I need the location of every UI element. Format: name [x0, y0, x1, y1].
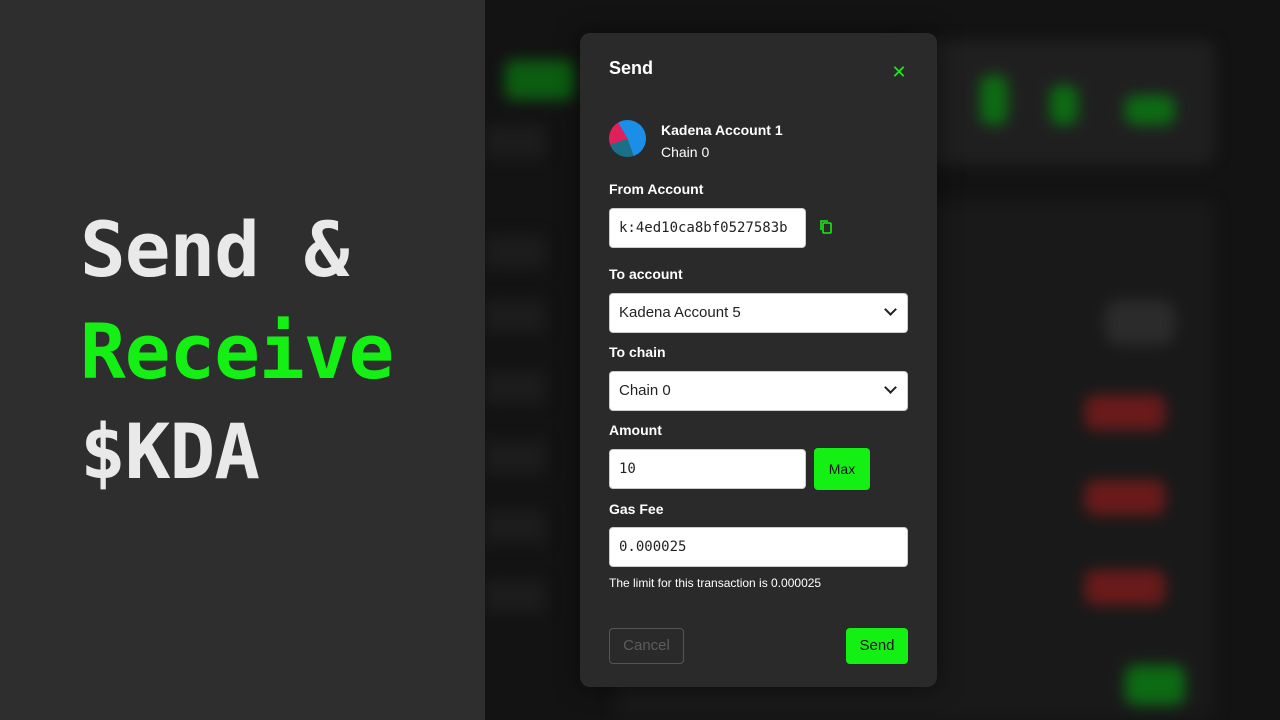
- to-account-select[interactable]: Kadena Account 5: [609, 293, 908, 333]
- chevron-down-icon: [884, 381, 897, 394]
- account-avatar: [609, 120, 646, 157]
- to-chain-selected: Chain 0: [619, 382, 671, 399]
- promo-line-send: Send &: [80, 205, 350, 294]
- copy-icon[interactable]: [819, 219, 833, 235]
- to-chain-select[interactable]: Chain 0: [609, 371, 908, 411]
- to-account-selected: Kadena Account 5: [619, 304, 741, 321]
- promo-line-kda: $KDA: [80, 407, 260, 496]
- from-account-field[interactable]: k:4ed10ca8bf0527583b: [609, 208, 806, 248]
- send-modal: Send ✕ Kadena Account 1 Chain 0 From Acc…: [580, 33, 937, 687]
- gas-fee-input[interactable]: 0.000025: [609, 527, 908, 567]
- amount-label: Amount: [609, 422, 662, 438]
- max-button[interactable]: Max: [814, 448, 870, 490]
- gas-limit-hint: The limit for this transaction is 0.0000…: [609, 576, 822, 590]
- modal-title: Send: [609, 58, 654, 78]
- cancel-button[interactable]: Cancel: [609, 628, 684, 664]
- close-icon[interactable]: ✕: [889, 62, 909, 82]
- promo-panel: Send & Receive $KDA: [0, 0, 485, 720]
- promo-line-receive: Receive: [80, 307, 394, 396]
- send-button[interactable]: Send: [846, 628, 908, 664]
- from-account-label: From Account: [609, 181, 704, 197]
- account-chain: Chain 0: [661, 144, 710, 160]
- to-account-label: To account: [609, 266, 683, 282]
- to-chain-label: To chain: [609, 344, 666, 360]
- account-name: Kadena Account 1: [661, 122, 783, 138]
- amount-input[interactable]: 10: [609, 449, 806, 489]
- chevron-down-icon: [884, 303, 897, 316]
- gas-fee-label: Gas Fee: [609, 501, 664, 517]
